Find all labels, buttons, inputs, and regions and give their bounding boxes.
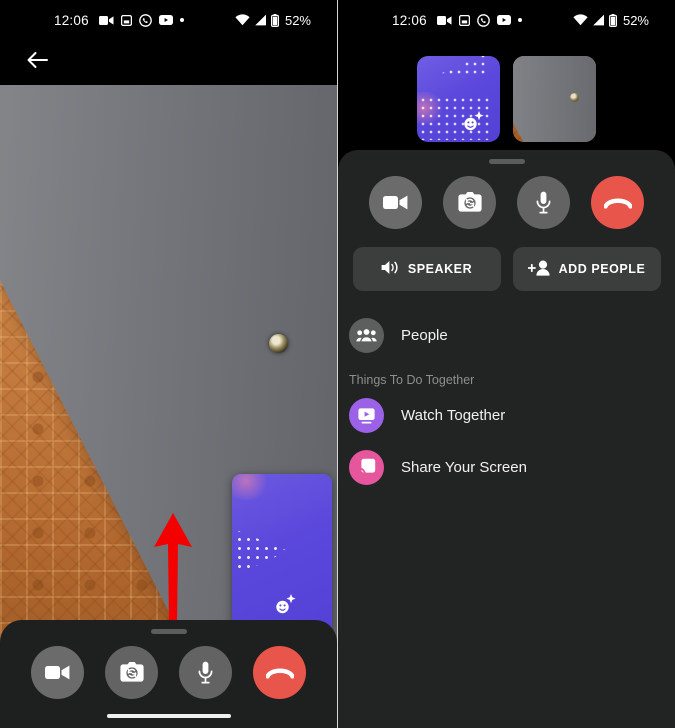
people-row-label: People: [401, 326, 448, 344]
screenshot-icon: [120, 14, 132, 26]
status-bar-time: 12:06: [54, 12, 89, 28]
thumb-dot-pattern-top: [431, 56, 489, 78]
screenshot-root: 12:06 52% 12:06 52% SPEAKER ADD PEOPLE P…: [0, 0, 675, 728]
speaker-button-label: SPEAKER: [407, 262, 473, 276]
smiley-sparkle-icon: [273, 593, 297, 620]
smiley-sparkle-icon: [461, 110, 485, 137]
self-thumbnail[interactable]: [417, 56, 500, 142]
speaker-button[interactable]: SPEAKER: [352, 247, 501, 291]
whatsapp-icon: [138, 13, 152, 27]
speaker-icon: [381, 260, 400, 278]
call-controls-row: [338, 176, 675, 229]
video-camera-icon: [436, 15, 452, 25]
left-phone-screen: 12:06 52%: [0, 0, 337, 728]
youtube-icon: [158, 15, 173, 25]
watch-together-row[interactable]: Watch Together: [338, 389, 675, 441]
things-to-do-section-title: Things To Do Together: [349, 373, 475, 387]
wifi-icon: [573, 14, 588, 26]
microphone-button[interactable]: [179, 646, 232, 699]
end-call-button[interactable]: [591, 176, 644, 229]
screenshot-icon: [458, 14, 470, 26]
status-bar-system-icons: 52%: [235, 13, 311, 28]
right-phone-screen: 12:06 52% SPEAKER ADD PEOPLE People Thin…: [338, 0, 675, 728]
back-navigation-bar: [0, 40, 337, 85]
watch-together-icon: [349, 397, 384, 433]
pip-dot-pattern: [232, 526, 288, 580]
flip-camera-button[interactable]: [105, 646, 158, 699]
battery-icon: [608, 13, 617, 27]
options-list: People Things To Do Together Watch Toget…: [338, 309, 675, 493]
battery-icon: [270, 13, 279, 27]
knob-detail: [269, 334, 288, 353]
add-people-button[interactable]: ADD PEOPLE: [512, 247, 661, 291]
remote-thumbnail[interactable]: [513, 56, 596, 142]
self-view-pip[interactable]: [232, 474, 332, 643]
overflow-dot-icon: [517, 18, 522, 22]
end-call-button[interactable]: [253, 646, 306, 699]
status-bar-time: 12:06: [392, 12, 427, 28]
microphone-button[interactable]: [517, 176, 570, 229]
video-toggle-button[interactable]: [369, 176, 422, 229]
battery-percent-label: 52%: [622, 12, 649, 28]
remote-grey-device: [513, 56, 596, 142]
share-screen-row[interactable]: Share Your Screen: [338, 441, 675, 493]
call-controls-row: [0, 646, 337, 699]
add-person-icon: [527, 260, 551, 279]
sheet-drag-handle[interactable]: [150, 629, 187, 634]
people-row[interactable]: People: [338, 309, 675, 361]
call-options-sheet: SPEAKER ADD PEOPLE People Things To Do T…: [338, 150, 675, 728]
flip-camera-button[interactable]: [443, 176, 496, 229]
remote-knob-detail: [570, 93, 579, 102]
battery-percent-label: 52%: [284, 12, 311, 28]
youtube-icon: [496, 15, 511, 25]
pip-glow: [232, 474, 270, 500]
home-indicator: [106, 714, 231, 718]
status-bar-notification-icons: [98, 13, 184, 27]
status-bar: 12:06 52%: [338, 0, 675, 40]
watch-together-label: Watch Together: [401, 406, 506, 424]
cellular-signal-icon: [255, 14, 266, 26]
video-camera-icon: [98, 15, 114, 25]
back-arrow-icon[interactable]: [26, 51, 48, 74]
wifi-icon: [235, 14, 250, 26]
status-bar-system-icons: 52%: [573, 13, 649, 28]
cellular-signal-icon: [593, 14, 604, 26]
whatsapp-icon: [476, 13, 490, 27]
video-toggle-button[interactable]: [31, 646, 84, 699]
share-screen-icon: [349, 449, 384, 485]
status-bar: 12:06 52%: [0, 0, 337, 40]
call-controls-sheet: [0, 620, 337, 728]
share-screen-label: Share Your Screen: [401, 458, 527, 476]
sheet-drag-handle[interactable]: [488, 159, 525, 164]
secondary-actions-row: SPEAKER ADD PEOPLE: [338, 247, 675, 291]
participant-thumbnails: [338, 56, 675, 146]
add-people-button-label: ADD PEOPLE: [558, 262, 646, 276]
people-group-icon: [349, 317, 384, 353]
overflow-dot-icon: [179, 18, 184, 22]
status-bar-notification-icons: [436, 13, 522, 27]
